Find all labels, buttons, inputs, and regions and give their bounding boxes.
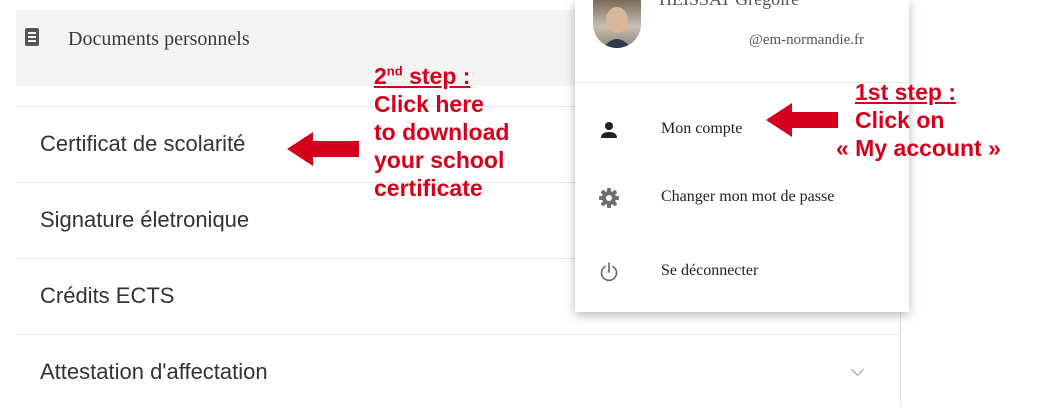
step2-annotation: 2nd step : Click here to download your s… [374,62,509,202]
change-password-label: Changer mon mot de passe [661,188,835,205]
step1-line: « My account » [836,135,1001,161]
logout-label: Se déconnecter [661,262,759,279]
step2-line: Click here [374,91,484,117]
menu-item-label: Certificat de scolarité [40,131,246,156]
step2-line: certificate [374,175,483,201]
arrow-left-icon [766,103,838,137]
document-icon [25,28,39,46]
arrow-left-icon [287,132,359,166]
step1-line: Click on [855,107,945,133]
user-email: @em-normandie.fr [749,32,865,48]
menu-item-attestation[interactable]: Attestation d'affectation [16,334,900,410]
header-title: Documents personnels [68,28,250,50]
power-icon [600,262,618,282]
step1-title: 1st step : [855,79,956,105]
step2-line: to download [374,119,510,145]
avatar-photo [603,7,631,48]
change-password-item[interactable]: Changer mon mot de passe [575,176,909,226]
gear-icon [599,188,619,208]
logout-item[interactable]: Se déconnecter [575,250,909,300]
user-name: HEISSAT Grégoire [659,0,799,10]
menu-item-label: Attestation d'affectation [40,359,268,384]
menu-item-label: Crédits ECTS [40,283,175,308]
my-account-label: Mon compte [661,120,743,137]
step2-line: your school [374,147,505,173]
step1-annotation: 1st step : Click on « My account » [836,78,1001,162]
avatar [593,0,641,48]
chevron-down-icon[interactable] [851,363,864,376]
person-icon [601,122,617,138]
menu-item-label: Signature életronique [40,207,250,232]
step2-title: 2nd step : [374,63,471,89]
